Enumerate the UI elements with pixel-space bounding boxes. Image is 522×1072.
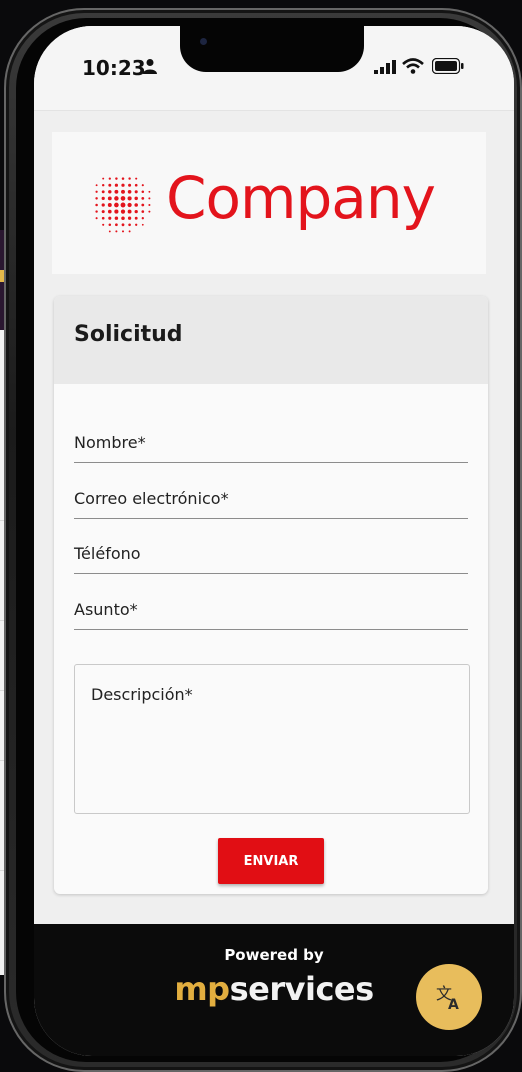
status-time: 10:23 (82, 56, 146, 80)
phone-screen: 10:23 Company Solicitud Nombre* Correo e… (34, 26, 514, 1056)
company-logo-card: Company (52, 132, 486, 274)
dotted-globe-logo-icon (95, 177, 151, 233)
brand-prefix: mp (174, 970, 230, 1008)
translate-icon: 文 A (436, 984, 459, 1012)
person-icon (143, 59, 157, 74)
company-logo-text: Company (166, 164, 436, 232)
phone-field[interactable]: Téléfono (74, 539, 468, 574)
description-textarea[interactable]: Descripción* (74, 664, 470, 814)
form-title: Solicitud (74, 322, 183, 347)
svg-text:A: A (448, 997, 459, 1012)
form-header: Solicitud (54, 296, 488, 384)
wifi-icon (402, 58, 424, 74)
name-field[interactable]: Nombre* (74, 428, 468, 463)
brand-suffix: services (229, 970, 375, 1008)
phone-notch (180, 26, 364, 72)
description-placeholder: Descripción* (91, 685, 193, 704)
subject-field[interactable]: Asunto* (74, 595, 468, 630)
email-field[interactable]: Correo electrónico* (74, 484, 468, 519)
submit-button[interactable]: ENVIAR (218, 838, 324, 884)
battery-icon (432, 58, 464, 74)
translate-button[interactable]: 文 A (416, 964, 482, 1030)
camera-lens (200, 38, 207, 45)
footer: Powered by mpservices 文 A (34, 924, 514, 1056)
powered-by-label: Powered by (224, 946, 324, 964)
signal-icon (374, 60, 396, 74)
request-form: Solicitud Nombre* Correo electrónico* Té… (54, 296, 488, 894)
